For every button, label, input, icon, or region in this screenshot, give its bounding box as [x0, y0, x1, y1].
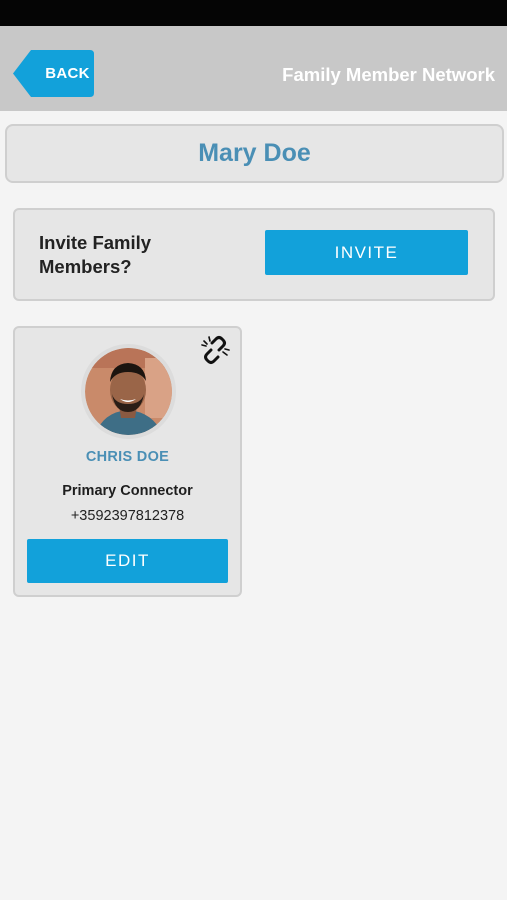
- member-card: CHRIS DOE Primary Connector +35923978123…: [13, 326, 242, 597]
- member-phone: +3592397812378: [70, 508, 185, 524]
- invite-panel: Invite Family Members? INVITE: [13, 208, 495, 301]
- status-bar: [0, 0, 507, 26]
- back-button-label: BACK: [45, 65, 90, 82]
- back-button[interactable]: BACK: [13, 50, 94, 97]
- invite-button[interactable]: INVITE: [265, 230, 468, 275]
- unlink-icon[interactable]: [199, 335, 231, 365]
- member-name: CHRIS DOE: [85, 449, 170, 465]
- member-role: Primary Connector: [62, 483, 193, 499]
- edit-button[interactable]: EDIT: [27, 539, 228, 583]
- profile-name-box: Mary Doe: [5, 124, 504, 183]
- avatar: [81, 344, 176, 439]
- page-title: Family Member Network: [282, 63, 495, 85]
- profile-name: Mary Doe: [198, 139, 311, 167]
- app-header: BACK Family Member Network: [0, 26, 507, 111]
- invite-prompt: Invite Family Members?: [39, 232, 152, 277]
